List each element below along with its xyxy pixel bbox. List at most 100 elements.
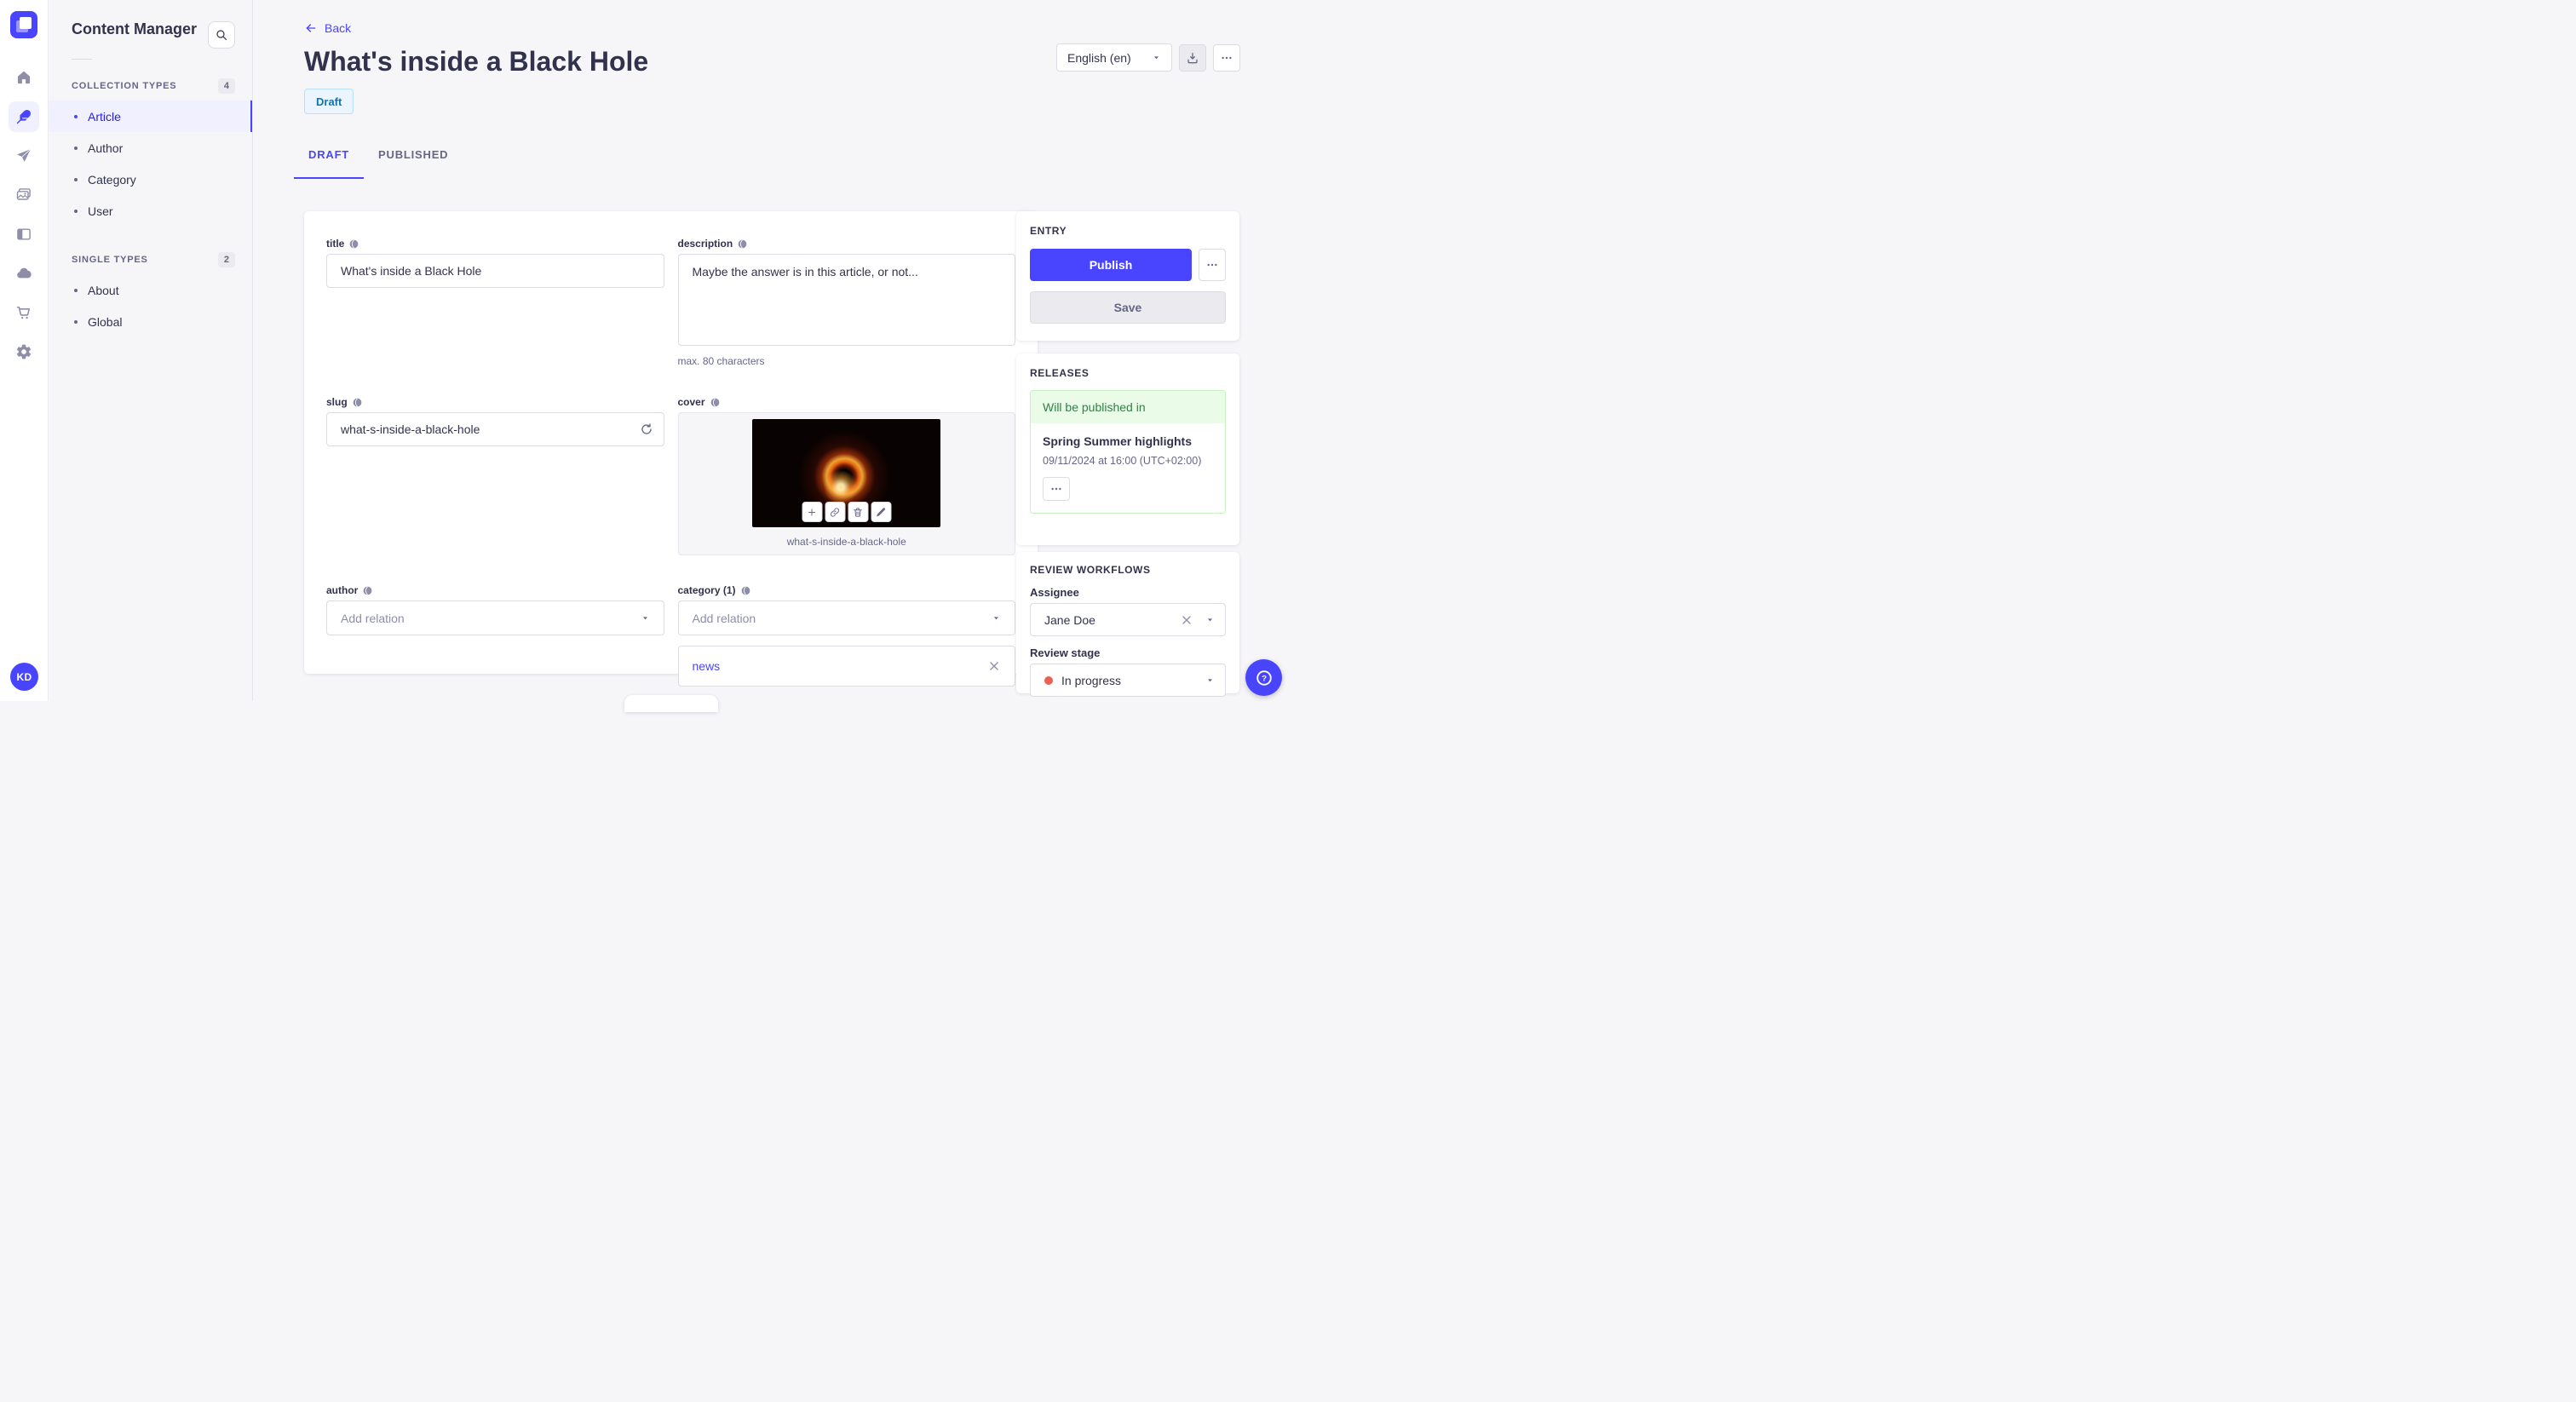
sidebar-item-article[interactable]: Article	[49, 101, 252, 132]
author-placeholder: Add relation	[341, 611, 405, 625]
sidebar-item-user[interactable]: User	[49, 195, 252, 227]
release-date: 09/11/2024 at 16:00 (UTC+02:00)	[1043, 455, 1202, 467]
delete-asset-button[interactable]	[848, 502, 869, 522]
search-button[interactable]	[208, 21, 235, 49]
header-actions: English (en)	[1056, 43, 1240, 72]
plus-icon	[808, 508, 816, 516]
sidebar-title: Content Manager	[72, 20, 198, 37]
description-textarea[interactable]: Maybe the answer is in this article, or …	[677, 254, 1015, 346]
entry-more-button[interactable]	[1199, 249, 1226, 281]
cover-actions	[802, 502, 892, 522]
release-more-button[interactable]	[1043, 477, 1070, 501]
back-label: Back	[325, 21, 352, 35]
sidebar-item-global[interactable]: Global	[49, 306, 252, 337]
add-asset-button[interactable]	[802, 502, 823, 522]
strapi-logo-icon	[10, 11, 37, 38]
assignee-value: Jane Doe	[1044, 612, 1095, 627]
paper-plane-icon	[17, 148, 32, 162]
nav-content-manager[interactable]	[9, 101, 39, 132]
search-icon	[216, 30, 227, 40]
review-heading: REVIEW WORKFLOWS	[1030, 564, 1151, 576]
nav-settings[interactable]	[9, 336, 39, 367]
field-author: author Add relation	[326, 584, 664, 635]
header-more-button[interactable]	[1213, 43, 1240, 72]
category-relation-select[interactable]: Add relation	[677, 600, 1015, 635]
bullet-icon	[74, 319, 78, 324]
author-label: author	[326, 584, 359, 596]
author-relation-select[interactable]: Add relation	[326, 600, 664, 635]
release-card: Will be published in Spring Summer highl…	[1030, 390, 1226, 514]
bullet-icon	[74, 288, 78, 292]
cloud-icon	[17, 267, 32, 279]
nav-releases[interactable]	[9, 141, 39, 171]
single-types-count: 2	[217, 252, 235, 267]
nav-marketplace[interactable]	[9, 297, 39, 328]
tab-draft[interactable]: DRAFT	[294, 140, 365, 179]
copy-link-button[interactable]	[825, 502, 846, 522]
edit-asset-button[interactable]	[871, 502, 892, 522]
sidebar-item-about[interactable]: About	[49, 274, 252, 306]
save-button[interactable]: Save	[1030, 291, 1226, 324]
svg-text:?: ?	[1262, 674, 1267, 683]
description-label: description	[677, 238, 733, 250]
release-name: Spring Summer highlights	[1043, 434, 1193, 448]
bullet-icon	[74, 209, 78, 213]
category-relation-item: news	[677, 646, 1015, 687]
nav-deploy[interactable]	[9, 258, 39, 289]
clear-assignee-icon[interactable]	[1180, 613, 1193, 627]
download-icon	[1187, 52, 1198, 63]
floating-toolbar[interactable]	[624, 695, 718, 712]
help-button[interactable]: ?	[1245, 659, 1282, 696]
category-relation-link[interactable]: news	[693, 659, 721, 673]
regenerate-icon[interactable]	[640, 422, 653, 436]
chevron-down-icon	[1207, 618, 1213, 622]
user-avatar[interactable]: KD	[10, 663, 38, 691]
chevron-down-icon	[993, 617, 999, 620]
sidebar-item-label: Author	[88, 141, 124, 155]
content-manager-sidebar: Content Manager COLLECTION TYPES 4 Artic…	[49, 0, 253, 701]
cover-label: cover	[677, 396, 705, 408]
strapi-logo[interactable]	[10, 11, 37, 38]
export-button[interactable]	[1179, 43, 1206, 72]
home-icon	[17, 71, 31, 84]
pencil-icon	[877, 507, 886, 516]
remove-relation-icon[interactable]	[987, 659, 1001, 673]
sidebar-item-label: User	[88, 204, 113, 218]
globe-icon	[741, 586, 750, 595]
back-link[interactable]: Back	[304, 21, 351, 35]
release-banner: Will be published in	[1031, 391, 1225, 423]
review-stage-select[interactable]: In progress	[1030, 664, 1226, 697]
stage-status-dot	[1044, 675, 1053, 685]
globe-icon	[363, 586, 372, 595]
cover-image[interactable]	[752, 419, 941, 527]
chevron-down-icon	[1153, 56, 1159, 60]
strapi-admin: KD Content Manager COLLECTION TYPES 4 Ar…	[0, 0, 1288, 712]
section-label: SINGLE TYPES	[72, 255, 148, 265]
tab-published[interactable]: PUBLISHED	[364, 140, 463, 179]
section-label: COLLECTION TYPES	[72, 81, 177, 91]
sidebar-item-category[interactable]: Category	[49, 164, 252, 195]
media-library-icon	[16, 188, 31, 200]
slug-input[interactable]	[341, 422, 640, 436]
nav-media-library[interactable]	[9, 180, 39, 210]
nav-home[interactable]	[9, 62, 39, 93]
title-input[interactable]	[326, 254, 664, 288]
category-placeholder: Add relation	[692, 611, 756, 625]
assignee-select[interactable]: Jane Doe	[1030, 603, 1226, 636]
link-icon	[831, 507, 840, 517]
nav-content-type-builder[interactable]	[9, 219, 39, 250]
collection-types-count: 4	[217, 78, 235, 94]
sidebar-divider	[72, 59, 92, 60]
locale-value: English (en)	[1067, 50, 1131, 65]
slug-field	[326, 412, 664, 446]
cover-filename: what-s-inside-a-black-hole	[786, 536, 906, 548]
version-tabs: DRAFT PUBLISHED	[294, 140, 463, 179]
more-horizontal-icon	[1051, 487, 1061, 491]
locale-select[interactable]: English (en)	[1056, 43, 1172, 72]
review-workflows-panel: REVIEW WORKFLOWS Assignee Jane Doe Revie…	[1016, 552, 1239, 697]
trash-icon	[854, 507, 863, 517]
sidebar-item-label: Article	[88, 109, 121, 124]
sidebar-item-author[interactable]: Author	[49, 132, 252, 164]
main-nav-icons	[0, 62, 48, 367]
publish-button[interactable]: Publish	[1030, 249, 1192, 281]
